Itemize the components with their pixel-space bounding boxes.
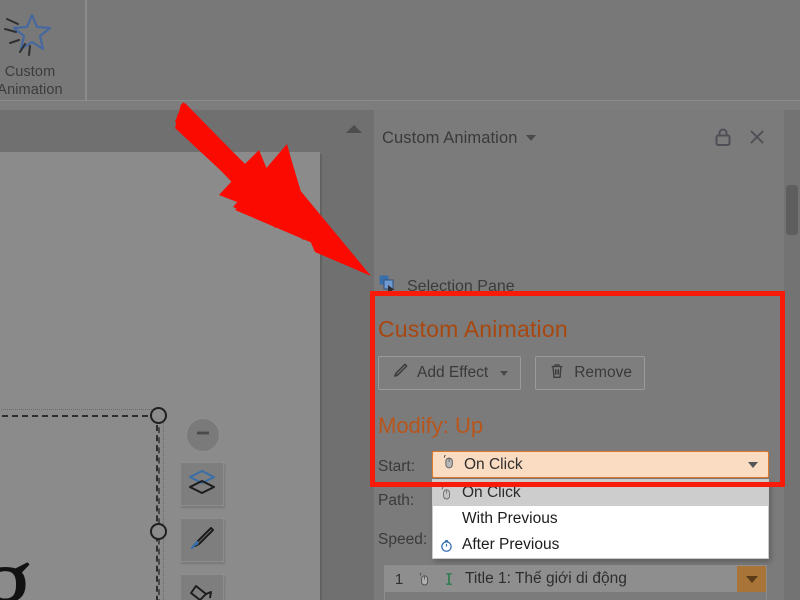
selection-handle-top-right[interactable] xyxy=(150,407,167,424)
mouse-click-icon xyxy=(441,454,457,475)
paintbrush-icon xyxy=(188,524,216,557)
dropdown-option-on-click[interactable]: On Click xyxy=(433,480,768,506)
editor-scroll-strip[interactable] xyxy=(334,110,374,600)
animation-order-number: 1 xyxy=(394,570,404,588)
pane-action-buttons: Add Effect Remove xyxy=(378,356,645,390)
start-label: Start: xyxy=(378,458,416,475)
star-animation-icon xyxy=(2,10,58,62)
ribbon-divider xyxy=(86,0,87,100)
pencil-icon xyxy=(391,362,409,385)
pane-window-buttons xyxy=(712,126,768,153)
animation-list[interactable]: 1 Title 1: Thế giới di động xyxy=(384,565,767,600)
ribbon-label-line2: Animation xyxy=(0,81,63,98)
fill-options-button[interactable] xyxy=(180,574,224,600)
dropdown-option-label: On Click xyxy=(462,484,521,501)
mouse-click-icon xyxy=(413,572,435,587)
add-effect-button[interactable]: Add Effect xyxy=(378,356,522,390)
app-window: Custom Animation g Custom Animation Sele… xyxy=(0,0,800,600)
chevron-down-icon[interactable] xyxy=(500,370,509,376)
floating-toolbar xyxy=(180,418,226,600)
selection-pane-icon xyxy=(378,274,398,299)
trash-icon xyxy=(548,362,566,385)
add-effect-label: Add Effect xyxy=(417,364,489,381)
fill-bucket-icon xyxy=(188,580,216,600)
chevron-down-icon xyxy=(745,575,758,583)
chevron-down-icon[interactable] xyxy=(525,135,536,141)
selection-guide-line xyxy=(158,417,160,600)
animation-item-label: Title 1: Thế giới di động xyxy=(465,570,627,587)
list-item[interactable]: 1 Title 1: Thế giới di động xyxy=(385,566,766,592)
selection-pane-link[interactable]: Selection Pane xyxy=(378,274,515,299)
selection-pane-label: Selection Pane xyxy=(407,277,515,295)
start-combobox[interactable]: On Click xyxy=(432,451,769,478)
pane-title: Custom Animation xyxy=(382,128,518,147)
path-label: Path: xyxy=(378,492,415,509)
remove-label: Remove xyxy=(574,364,632,381)
slide-editor[interactable]: g xyxy=(0,110,334,600)
start-combobox-value: On Click xyxy=(464,455,523,473)
dropdown-option-after-previous[interactable]: After Previous xyxy=(433,532,768,558)
dropdown-option-label: With Previous xyxy=(462,510,558,527)
layers-icon xyxy=(188,468,216,501)
stopwatch-icon xyxy=(438,538,455,553)
custom-animation-ribbon-button[interactable]: Custom Animation xyxy=(0,4,82,99)
layout-options-button[interactable] xyxy=(180,462,224,506)
start-combobox-dropdown[interactable]: On Click With Previous After Previous xyxy=(432,479,769,559)
pane-vertical-scrollbar[interactable] xyxy=(784,110,800,600)
pane-section-heading: Custom Animation xyxy=(378,316,568,342)
remove-button[interactable]: Remove xyxy=(535,356,645,390)
chevron-down-icon[interactable] xyxy=(748,461,758,468)
scrollbar-thumb[interactable] xyxy=(786,185,798,235)
collapse-button[interactable] xyxy=(186,418,220,452)
modify-heading: Modify: Up xyxy=(378,413,484,438)
dropdown-option-with-previous[interactable]: With Previous xyxy=(433,506,768,532)
ribbon: Custom Animation xyxy=(0,0,800,100)
ribbon-button-label: Custom Animation xyxy=(0,64,63,99)
mouse-click-icon xyxy=(438,486,455,501)
speed-label: Speed: xyxy=(378,531,428,548)
slide-text-content[interactable]: g xyxy=(0,527,34,600)
ribbon-group-animation: Custom Animation xyxy=(0,0,86,100)
emphasis-bar-icon xyxy=(435,571,463,587)
style-options-button[interactable] xyxy=(180,518,224,562)
lock-icon[interactable] xyxy=(712,126,734,153)
minus-circle-icon xyxy=(193,423,213,448)
ribbon-label-line1: Custom xyxy=(4,64,56,80)
custom-animation-pane: Custom Animation Selection Pane Custom A… xyxy=(374,110,784,600)
dropdown-option-label: After Previous xyxy=(462,536,560,553)
animation-item-dropdown-button[interactable] xyxy=(737,566,766,592)
selection-handle-middle-right[interactable] xyxy=(150,523,167,540)
triangle-up-icon[interactable] xyxy=(346,125,362,133)
ribbon-bottom-edge xyxy=(0,100,800,110)
close-icon[interactable] xyxy=(746,126,768,153)
slide-canvas[interactable]: g xyxy=(0,152,320,600)
